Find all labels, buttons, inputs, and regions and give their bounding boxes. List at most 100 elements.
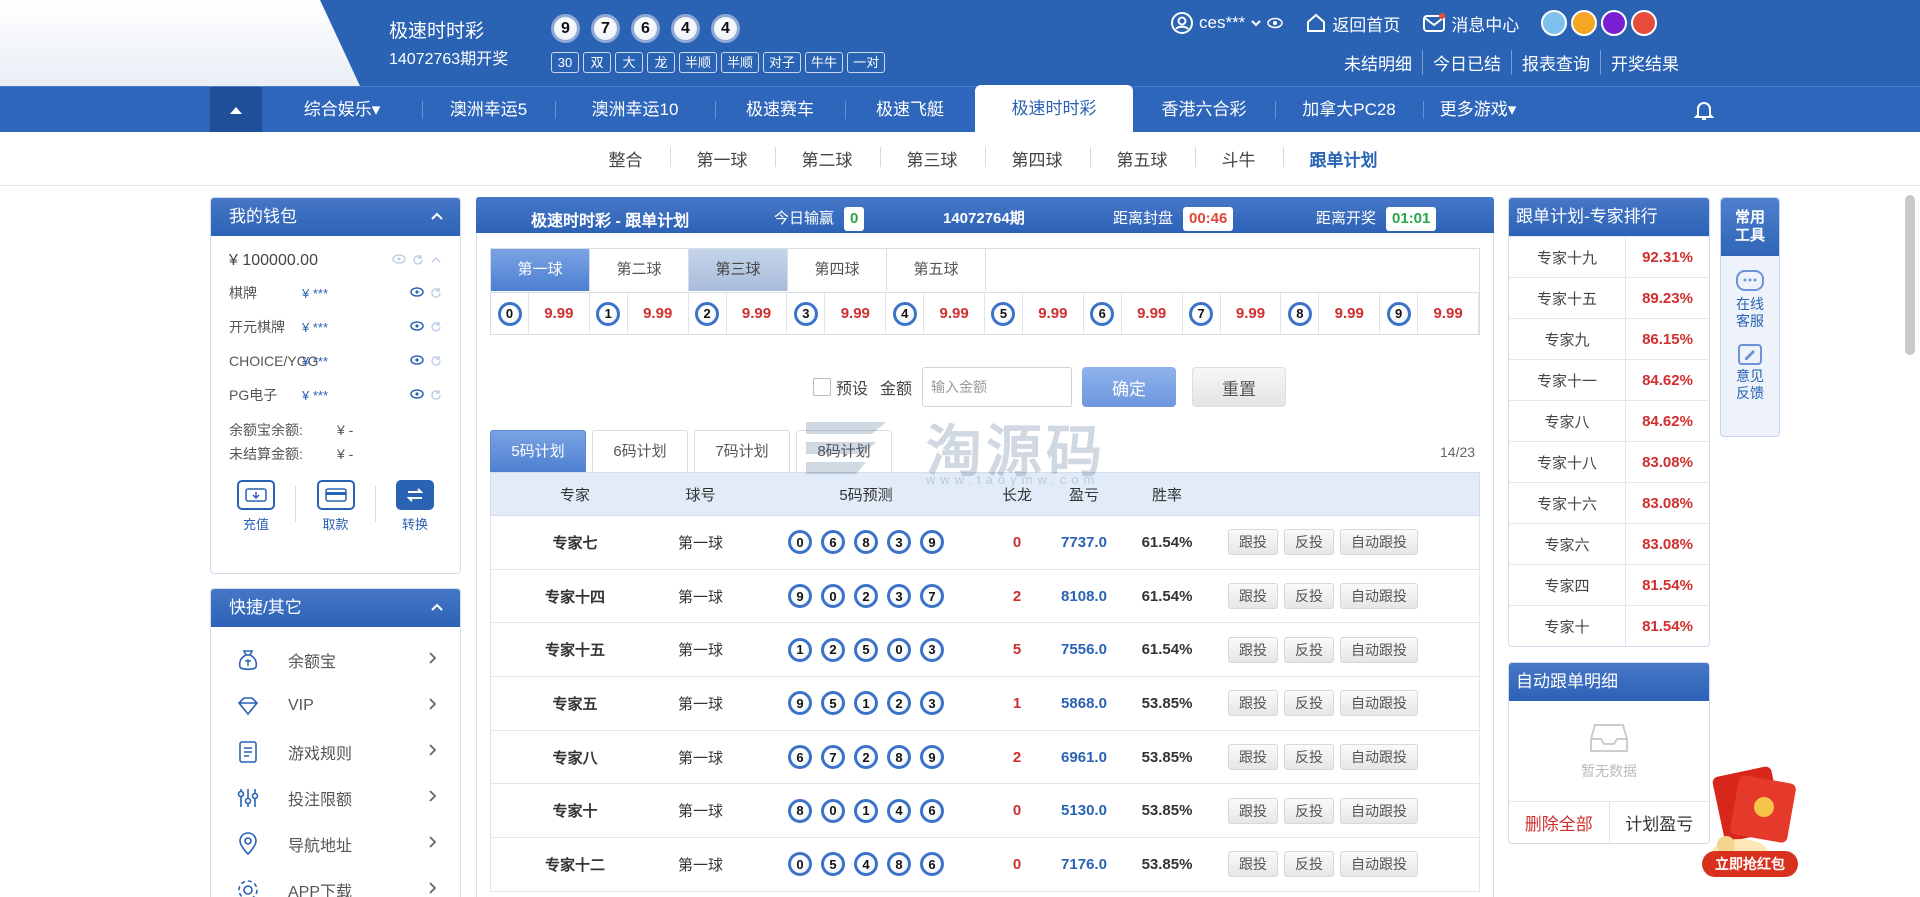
nav-item[interactable]: 综合娱乐▾ (262, 87, 422, 133)
auto-follow-button[interactable]: 自动跟投 (1340, 583, 1418, 610)
quick-item[interactable]: 余额宝 (211, 637, 460, 683)
nav-item[interactable]: 极速时时彩 (975, 85, 1133, 133)
odds-cell[interactable]: 5 9.99 (985, 293, 1084, 334)
follow-button[interactable]: 跟投 (1228, 529, 1278, 556)
nav-item[interactable]: 更多游戏▾ (1423, 87, 1533, 133)
odds-cell[interactable]: 4 9.99 (886, 293, 985, 334)
online-service-button[interactable]: 在线客服 (1721, 268, 1779, 330)
withdraw-button[interactable]: 取款 (316, 480, 355, 533)
odds-cell[interactable]: 1 9.99 (590, 293, 689, 334)
header-link[interactable]: 报表查询 (1511, 50, 1600, 75)
odds-cell[interactable]: 9 9.99 (1380, 293, 1479, 334)
auto-follow-button[interactable]: 自动跟投 (1340, 636, 1418, 663)
eye-icon[interactable] (392, 254, 406, 264)
follow-button[interactable]: 跟投 (1228, 744, 1278, 771)
subnav-item[interactable]: 第三球 (879, 146, 985, 171)
auto-follow-button[interactable]: 自动跟投 (1340, 529, 1418, 556)
nav-item[interactable]: 香港六合彩 (1133, 87, 1275, 133)
quick-item[interactable]: 游戏规则 (211, 729, 460, 775)
odds-cell[interactable]: 7 9.99 (1183, 293, 1282, 334)
header-link[interactable]: 今日已结 (1422, 50, 1511, 75)
refresh-icon[interactable] (430, 355, 442, 367)
reverse-button[interactable]: 反投 (1284, 851, 1334, 878)
odds-cell[interactable]: 6 9.99 (1084, 293, 1183, 334)
quick-item[interactable]: VIP (211, 683, 460, 729)
theme-color-2[interactable] (1571, 10, 1598, 36)
feedback-button[interactable]: 意见反馈 (1721, 342, 1779, 402)
follow-button[interactable]: 跟投 (1228, 851, 1278, 878)
ranking-item[interactable]: 专家八 84.62% (1509, 400, 1709, 441)
theme-color-3[interactable] (1601, 10, 1628, 36)
reverse-button[interactable]: 反投 (1284, 583, 1334, 610)
auto-follow-button[interactable]: 自动跟投 (1340, 851, 1418, 878)
theme-color-1[interactable] (1541, 10, 1568, 36)
plan-profit-button[interactable]: 计划盈亏 (1610, 802, 1710, 843)
follow-button[interactable]: 跟投 (1228, 797, 1278, 824)
quick-item[interactable]: 投注限额 (211, 775, 460, 821)
reverse-button[interactable]: 反投 (1284, 529, 1334, 556)
reverse-button[interactable]: 反投 (1284, 797, 1334, 824)
plan-tab[interactable]: 6码计划 (592, 430, 688, 472)
eye-icon[interactable] (410, 355, 424, 365)
refresh-icon[interactable] (430, 321, 442, 333)
transfer-button[interactable]: 转换 (396, 480, 434, 533)
ball-tab[interactable]: 第二球 (590, 249, 689, 291)
ball-tab[interactable]: 第五球 (887, 249, 986, 291)
nav-collapse-button[interactable] (210, 87, 262, 133)
reverse-button[interactable]: 反投 (1284, 636, 1334, 663)
refresh-icon[interactable] (430, 389, 442, 401)
subnav-item[interactable]: 跟单计划 (1282, 146, 1405, 171)
quick-item[interactable]: APP下载 (211, 867, 460, 897)
theme-color-4[interactable] (1631, 10, 1658, 36)
ranking-item[interactable]: 专家四 81.54% (1509, 564, 1709, 605)
ranking-item[interactable]: 专家六 83.08% (1509, 523, 1709, 564)
subnav-item[interactable]: 第四球 (984, 146, 1090, 171)
ranking-item[interactable]: 专家九 86.15% (1509, 318, 1709, 359)
odds-cell[interactable]: 0 9.99 (491, 293, 590, 334)
user-menu[interactable]: ces*** (1170, 11, 1284, 35)
subnav-item[interactable]: 第二球 (774, 146, 880, 171)
refresh-icon[interactable] (412, 254, 424, 266)
nav-item[interactable]: 加拿大PC28 (1275, 87, 1423, 133)
ball-tab[interactable]: 第三球 (689, 249, 788, 291)
ball-tab[interactable]: 第一球 (491, 249, 590, 291)
auto-follow-button[interactable]: 自动跟投 (1340, 797, 1418, 824)
eye-icon[interactable] (410, 321, 424, 331)
ranking-item[interactable]: 专家十九 92.31% (1509, 236, 1709, 277)
ranking-item[interactable]: 专家十一 84.62% (1509, 359, 1709, 400)
subnav-item[interactable]: 第五球 (1089, 146, 1195, 171)
preset-checkbox[interactable] (813, 378, 831, 396)
amount-input[interactable]: 输入金额 (922, 367, 1073, 407)
odds-cell[interactable]: 2 9.99 (689, 293, 788, 334)
grab-red-envelope-button[interactable]: 立即抢红包 (1702, 851, 1798, 877)
header-link[interactable]: 开奖结果 (1600, 50, 1689, 75)
nav-item[interactable]: 澳洲幸运5 (422, 87, 555, 133)
auto-follow-button[interactable]: 自动跟投 (1340, 744, 1418, 771)
plan-tab[interactable]: 7码计划 (694, 430, 790, 472)
plan-tab[interactable]: 8码计划 (796, 430, 892, 472)
reverse-button[interactable]: 反投 (1284, 690, 1334, 717)
ranking-item[interactable]: 专家十五 89.23% (1509, 277, 1709, 318)
follow-button[interactable]: 跟投 (1228, 583, 1278, 610)
chevron-up-icon[interactable] (430, 254, 442, 266)
nav-item[interactable]: 极速飞艇 (845, 87, 975, 133)
odds-cell[interactable]: 8 9.99 (1281, 293, 1381, 334)
follow-button[interactable]: 跟投 (1228, 690, 1278, 717)
home-link[interactable]: 返回首页 (1305, 11, 1400, 36)
page-scrollbar[interactable] (1905, 195, 1915, 355)
delete-all-button[interactable]: 删除全部 (1509, 802, 1610, 843)
ball-tab[interactable]: 第四球 (788, 249, 887, 291)
refresh-icon[interactable] (430, 287, 442, 299)
subnav-item[interactable]: 第一球 (669, 146, 775, 171)
odds-cell[interactable]: 3 9.99 (787, 293, 887, 334)
quick-header[interactable]: 快捷/其它 (211, 589, 460, 627)
header-link[interactable]: 未结明细 (1334, 50, 1422, 75)
follow-button[interactable]: 跟投 (1228, 636, 1278, 663)
bell-icon[interactable] (1692, 98, 1716, 122)
nav-item[interactable]: 澳洲幸运10 (555, 87, 715, 133)
plan-tab[interactable]: 5码计划 (490, 430, 586, 472)
wallet-header[interactable]: 我的钱包 (211, 198, 460, 236)
subnav-item[interactable]: 斗牛 (1194, 146, 1283, 171)
ranking-item[interactable]: 专家十六 83.08% (1509, 482, 1709, 523)
reset-button[interactable]: 重置 (1192, 367, 1287, 407)
